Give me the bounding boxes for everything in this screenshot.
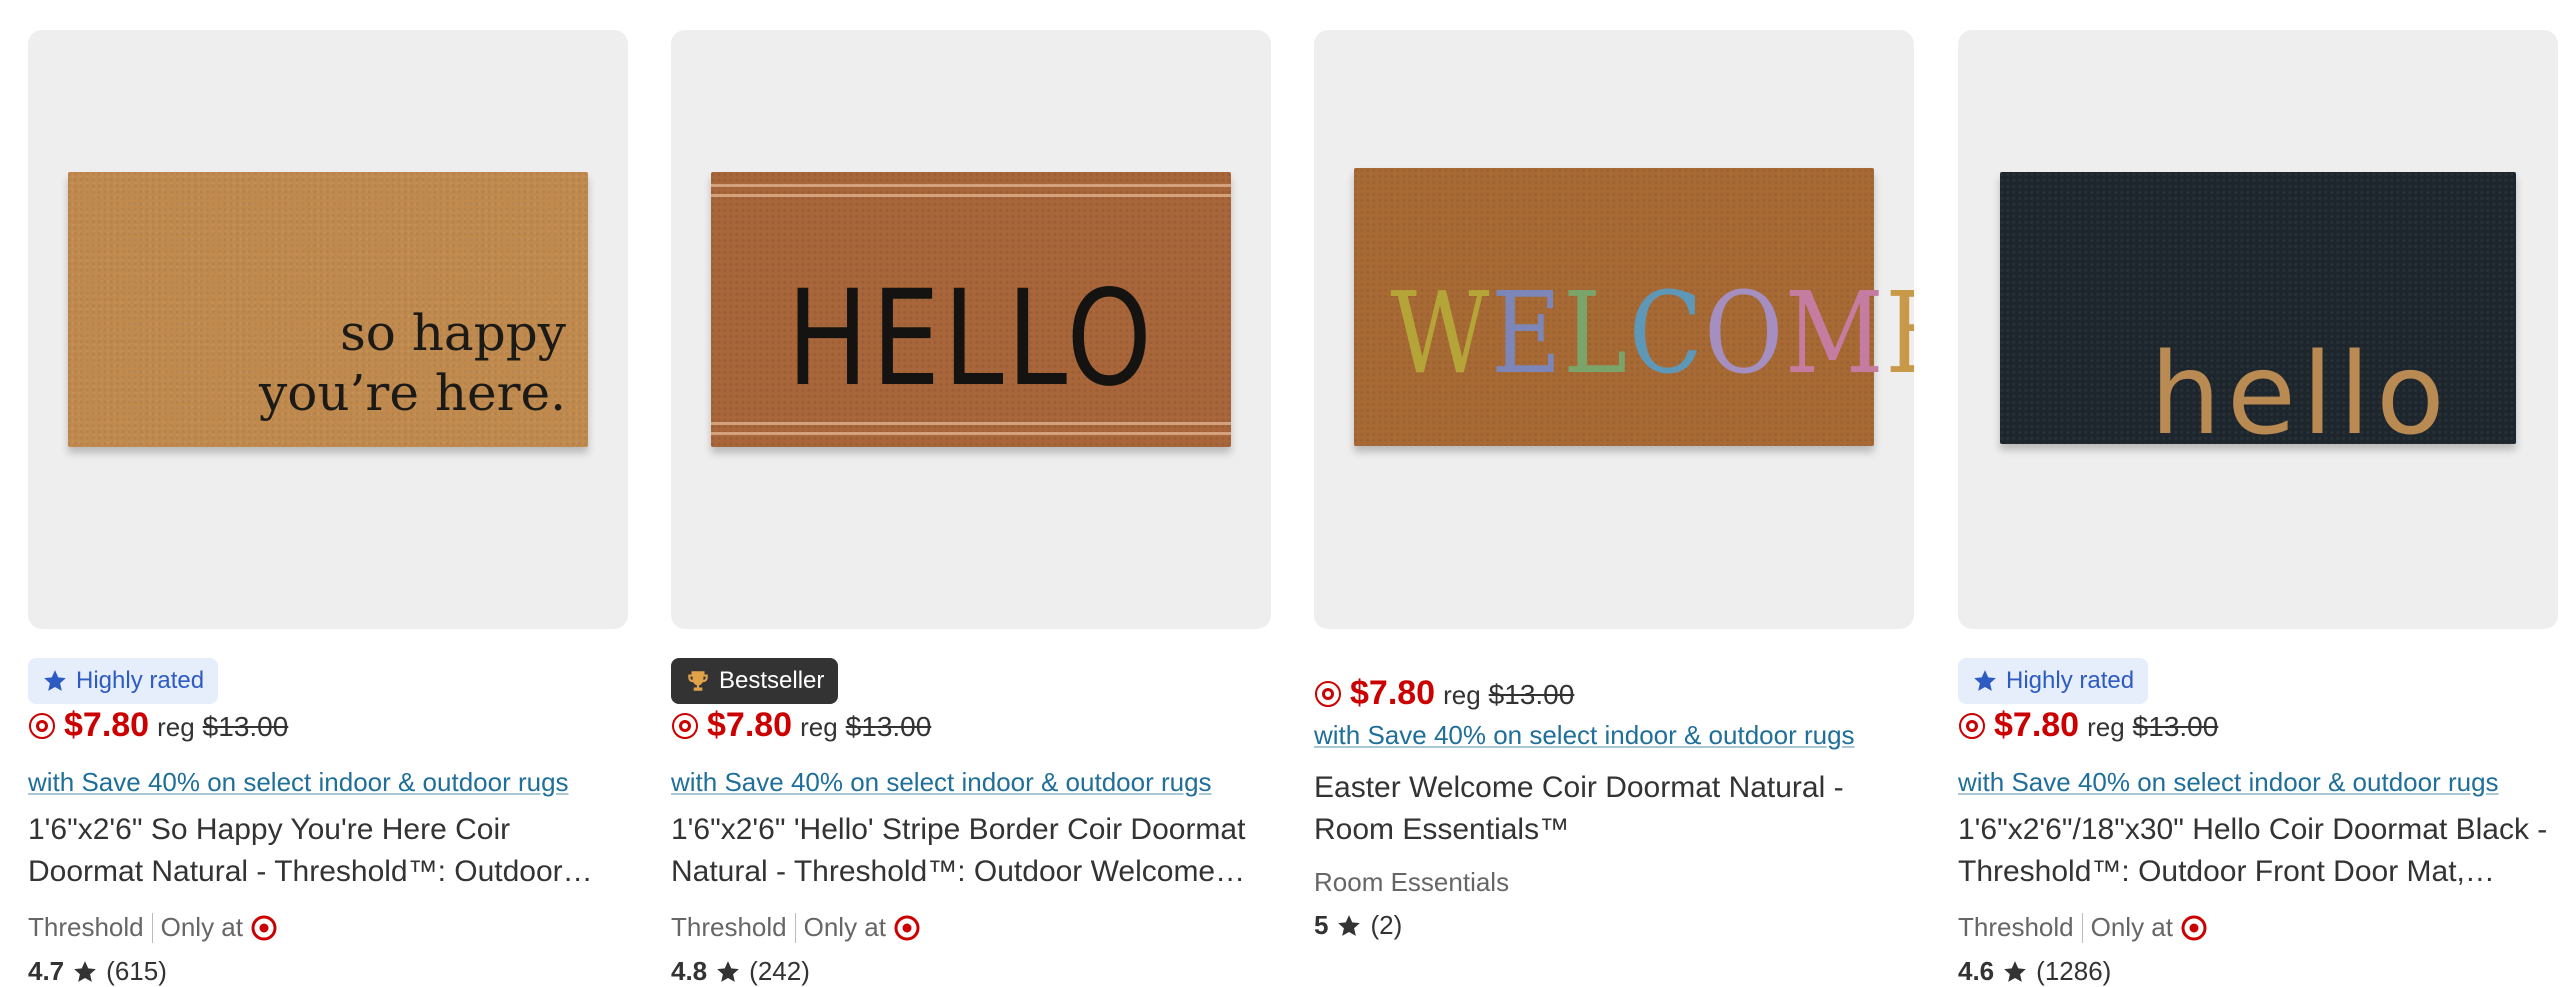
only-at-label: Only at [160,912,243,942]
promo-link[interactable]: with Save 40% on select indoor & outdoor… [671,767,1212,798]
product-grid: so happy you’re here. Highly rated $7.80… [28,30,2560,986]
product-card[interactable]: WELCOME $7.80 reg $13.00 with Save 40% o… [1314,30,1914,940]
reg-price: $13.00 [2132,711,2219,742]
stripe-top [711,194,1231,197]
rating-row[interactable]: 4.8 (242) [671,956,810,987]
divider [151,912,153,943]
review-count: (2) [1370,910,1403,940]
target-logo-icon [2181,915,2207,940]
rating-score: 4.7 [28,956,65,986]
brand-link[interactable]: Threshold [1958,912,2074,943]
product-card[interactable]: hello Highly rated $7.80 reg $13.00 with… [1958,30,2558,986]
stripe-bottom [711,422,1231,425]
only-at-label: Only at [803,912,886,942]
target-logo-icon [894,915,920,940]
star-icon [74,960,96,982]
deal-icon [1315,681,1341,707]
price-row: $7.80 reg $13.00 [1958,706,2218,745]
price-row: $7.80 reg $13.00 [1314,674,1574,713]
review-count: (1286) [2036,956,2112,986]
divider [794,912,796,943]
sale-price: $7.80 [64,706,150,744]
reg-price: $13.00 [845,711,932,742]
brand-link[interactable]: Room Essentials [1314,867,1509,898]
brand-row: Room Essentials [1314,867,1509,898]
rating-score: 5 [1314,910,1329,940]
product-card[interactable]: so happy you’re here. Highly rated $7.80… [28,30,628,986]
product-image[interactable]: HELLO [671,30,1271,629]
reg-label: reg [2087,712,2125,742]
reg-label: reg [800,712,838,742]
rating-score: 4.8 [671,956,708,986]
doormat-image: so happy you’re here. [68,172,588,447]
only-at-label: Only at [2090,912,2173,942]
review-count: (615) [106,956,167,986]
review-count: (242) [749,956,810,986]
highly-rated-badge: Highly rated [1958,658,2149,704]
product-title[interactable]: 1'6"x2'6" 'Hello' Stripe Border Coir Doo… [671,809,1271,893]
star-icon [1338,914,1361,936]
deal-icon [29,713,55,739]
highly-rated-badge: Highly rated [28,658,219,704]
rating-row[interactable]: 4.7 (615) [28,956,167,987]
deal-icon [1959,713,1985,739]
star-icon [1974,670,1996,691]
deal-icon [672,713,698,739]
price-row: $7.80 reg $13.00 [671,706,931,745]
brand-row: Threshold Only at [28,912,277,943]
promo-link[interactable]: with Save 40% on select indoor & outdoor… [1314,720,1855,751]
product-image[interactable]: so happy you’re here. [28,30,628,629]
reg-label: reg [157,712,195,742]
brand-link[interactable]: Threshold [671,912,787,943]
star-icon [2004,960,2026,982]
reg-price: $13.00 [202,711,289,742]
rating-score: 4.6 [1958,956,1995,986]
doormat-image: WELCOME [1354,168,1914,446]
target-logo-icon [251,915,277,940]
product-image[interactable]: hello [1958,30,2558,629]
trophy-icon [688,671,708,691]
star-icon [44,670,66,691]
mat-print: HELLO [786,262,1156,416]
doormat-image: hello [2000,172,2516,460]
product-card[interactable]: HELLO Bestseller $7.80 reg $13.00 with S… [671,30,1271,986]
mat-print: WELCOME [1390,269,1914,399]
brand-row: Threshold Only at [1958,912,2207,943]
product-image[interactable]: WELCOME [1314,30,1914,629]
product-title[interactable]: 1'6"x2'6"/18"x30" Hello Coir Doormat Bla… [1958,809,2558,893]
sale-price: $7.80 [1350,674,1436,712]
promo-link[interactable]: with Save 40% on select indoor & outdoor… [1958,767,2499,798]
stripe-bottom [711,432,1231,435]
brand-row: Threshold Only at [671,912,920,943]
divider [2081,912,2083,943]
mat-print: so happy you’re here. [258,304,566,422]
reg-price: $13.00 [1488,679,1575,710]
rating-row[interactable]: 4.6 (1286) [1958,956,2111,987]
doormat-image: HELLO [711,172,1231,447]
stripe-top [711,184,1231,187]
price-row: $7.80 reg $13.00 [28,706,288,745]
sale-price: $7.80 [1994,706,2080,744]
promo-link[interactable]: with Save 40% on select indoor & outdoor… [28,767,569,798]
brand-link[interactable]: Threshold [28,912,144,943]
star-icon [717,960,739,982]
sale-price: $7.80 [707,706,793,744]
rating-row[interactable]: 5 (2) [1314,910,1402,941]
bestseller-badge: Bestseller [671,658,839,704]
product-title[interactable]: 1'6"x2'6" So Happy You're Here Coir Door… [28,809,628,893]
reg-label: reg [1443,680,1481,710]
mat-print: hello [2150,330,2451,460]
product-title[interactable]: Easter Welcome Coir Doormat Natural - Ro… [1314,767,1874,851]
